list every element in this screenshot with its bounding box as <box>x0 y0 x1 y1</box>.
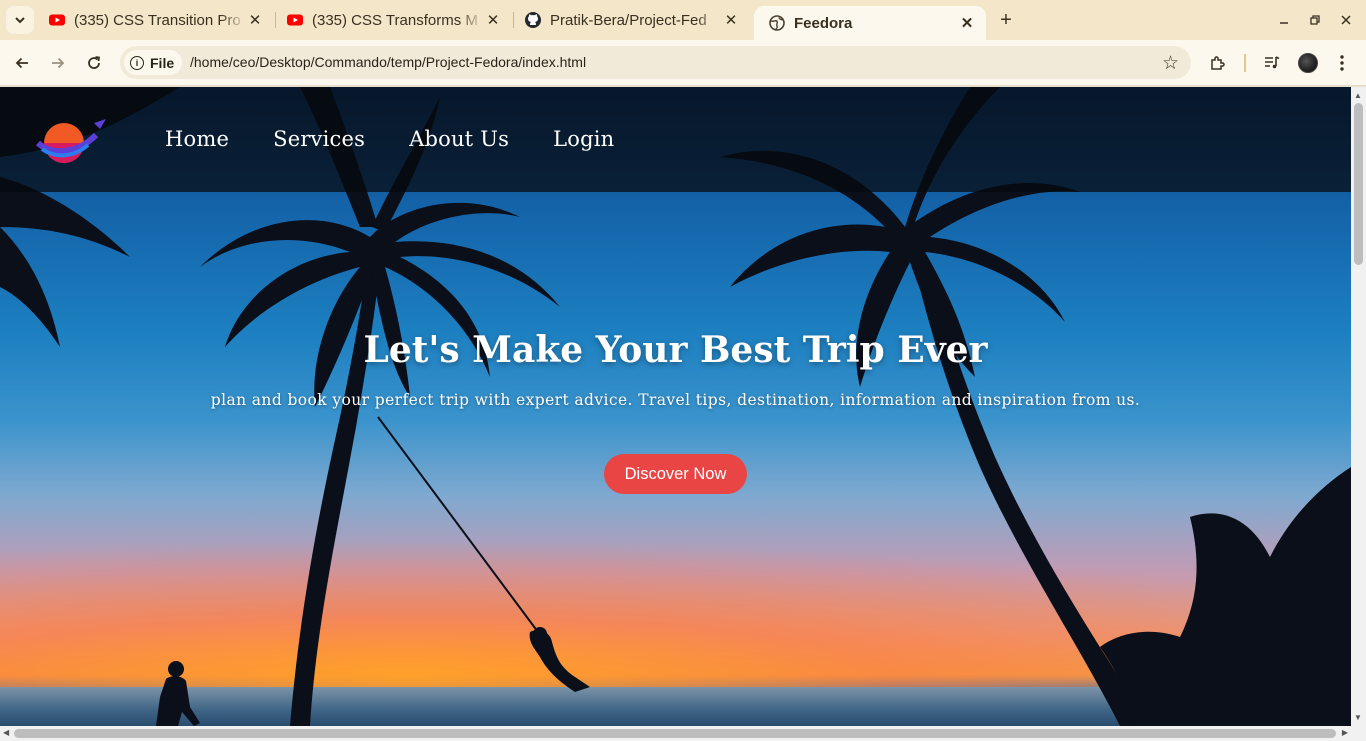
close-icon[interactable]: ✕ <box>484 11 502 29</box>
page-viewport: Home Services About Us Login Let's Make … <box>0 87 1351 726</box>
minimize-button[interactable] <box>1274 10 1294 30</box>
nav-link-home[interactable]: Home <box>165 127 229 151</box>
reload-icon <box>88 56 101 69</box>
profile-avatar[interactable] <box>1298 53 1318 73</box>
tab-title: (335) CSS Transforms M <box>312 11 478 29</box>
media-controls-button[interactable] <box>1260 51 1284 75</box>
minimize-icon <box>1280 22 1288 24</box>
media-playlist-icon <box>1265 56 1280 69</box>
restore-button[interactable] <box>1305 10 1325 30</box>
close-icon[interactable]: ✕ <box>246 11 264 29</box>
tab-css-transition[interactable]: (335) CSS Transition Pro ✕ <box>34 0 274 40</box>
browser-toolbar: i File /home/ceo/Desktop/Commando/temp/P… <box>0 40 1366 86</box>
tab-css-transforms[interactable]: (335) CSS Transforms M ✕ <box>272 0 512 40</box>
extensions-button[interactable] <box>1206 51 1230 75</box>
scroll-up-arrow-icon[interactable]: ▲ <box>1354 91 1362 100</box>
youtube-icon <box>287 14 303 26</box>
browser-menu-button[interactable] <box>1330 51 1354 75</box>
tab-github-project[interactable]: Pratik-Bera/Project-Fed ✕ <box>510 0 750 40</box>
bookmark-star-icon[interactable]: ☆ <box>1162 52 1179 75</box>
site-navbar: Home Services About Us Login <box>0 87 1351 192</box>
new-tab-button[interactable]: + <box>994 8 1018 32</box>
restore-icon <box>1310 15 1320 25</box>
site-nav-links: Home Services About Us Login <box>165 127 614 151</box>
arrow-right-icon <box>52 57 65 69</box>
github-icon <box>525 12 541 28</box>
chevron-down-icon <box>15 17 25 24</box>
reload-button[interactable] <box>81 50 107 76</box>
horizontal-scrollbar[interactable]: ◀ ▶ <box>0 726 1366 741</box>
tab-feedora[interactable]: Feedora ✕ <box>754 6 986 40</box>
site-info-button[interactable]: i File <box>124 50 183 75</box>
tab-strip: (335) CSS Transition Pro ✕ (335) CSS Tra… <box>0 0 1366 40</box>
discover-now-button[interactable]: Discover Now <box>604 454 747 494</box>
hero-subtitle: plan and book your perfect trip with exp… <box>210 391 1141 409</box>
youtube-icon <box>49 14 65 26</box>
back-button[interactable] <box>9 50 35 76</box>
info-icon: i <box>130 55 144 70</box>
puzzle-icon <box>1211 56 1225 70</box>
nav-link-about-us[interactable]: About Us <box>409 127 509 151</box>
horizontal-scroll-thumb[interactable] <box>14 729 1336 738</box>
address-bar[interactable]: i File /home/ceo/Desktop/Commando/temp/P… <box>120 46 1191 79</box>
scroll-right-arrow-icon[interactable]: ▶ <box>1342 728 1348 737</box>
scroll-left-arrow-icon[interactable]: ◀ <box>3 728 9 737</box>
close-icon <box>1341 15 1351 25</box>
arrow-left-icon <box>15 57 28 69</box>
hero-title: Let's Make Your Best Trip Ever <box>363 329 988 371</box>
tab-title: Feedora <box>794 14 853 32</box>
globe-icon <box>769 15 785 31</box>
nav-link-login[interactable]: Login <box>553 127 614 151</box>
forward-button[interactable] <box>45 50 71 76</box>
url-text[interactable]: /home/ceo/Desktop/Commando/temp/Project-… <box>190 54 586 70</box>
tab-title: (335) CSS Transition Pro <box>74 11 241 29</box>
close-icon[interactable]: ✕ <box>958 14 976 32</box>
tab-title: Pratik-Bera/Project-Fed <box>550 11 707 29</box>
vertical-scrollbar[interactable]: ▲ ▼ <box>1351 87 1366 726</box>
site-info-label: File <box>150 54 175 71</box>
close-icon[interactable]: ✕ <box>722 11 740 29</box>
close-window-button[interactable] <box>1336 10 1356 30</box>
nav-link-services[interactable]: Services <box>273 127 365 151</box>
feedora-logo-icon[interactable] <box>36 113 108 169</box>
tab-search-button[interactable] <box>6 6 34 34</box>
kebab-menu-icon <box>1340 55 1344 71</box>
vertical-scroll-thumb[interactable] <box>1354 103 1363 265</box>
scroll-down-arrow-icon[interactable]: ▼ <box>1354 713 1362 722</box>
plus-icon: + <box>1000 8 1012 31</box>
toolbar-divider <box>1244 54 1246 72</box>
